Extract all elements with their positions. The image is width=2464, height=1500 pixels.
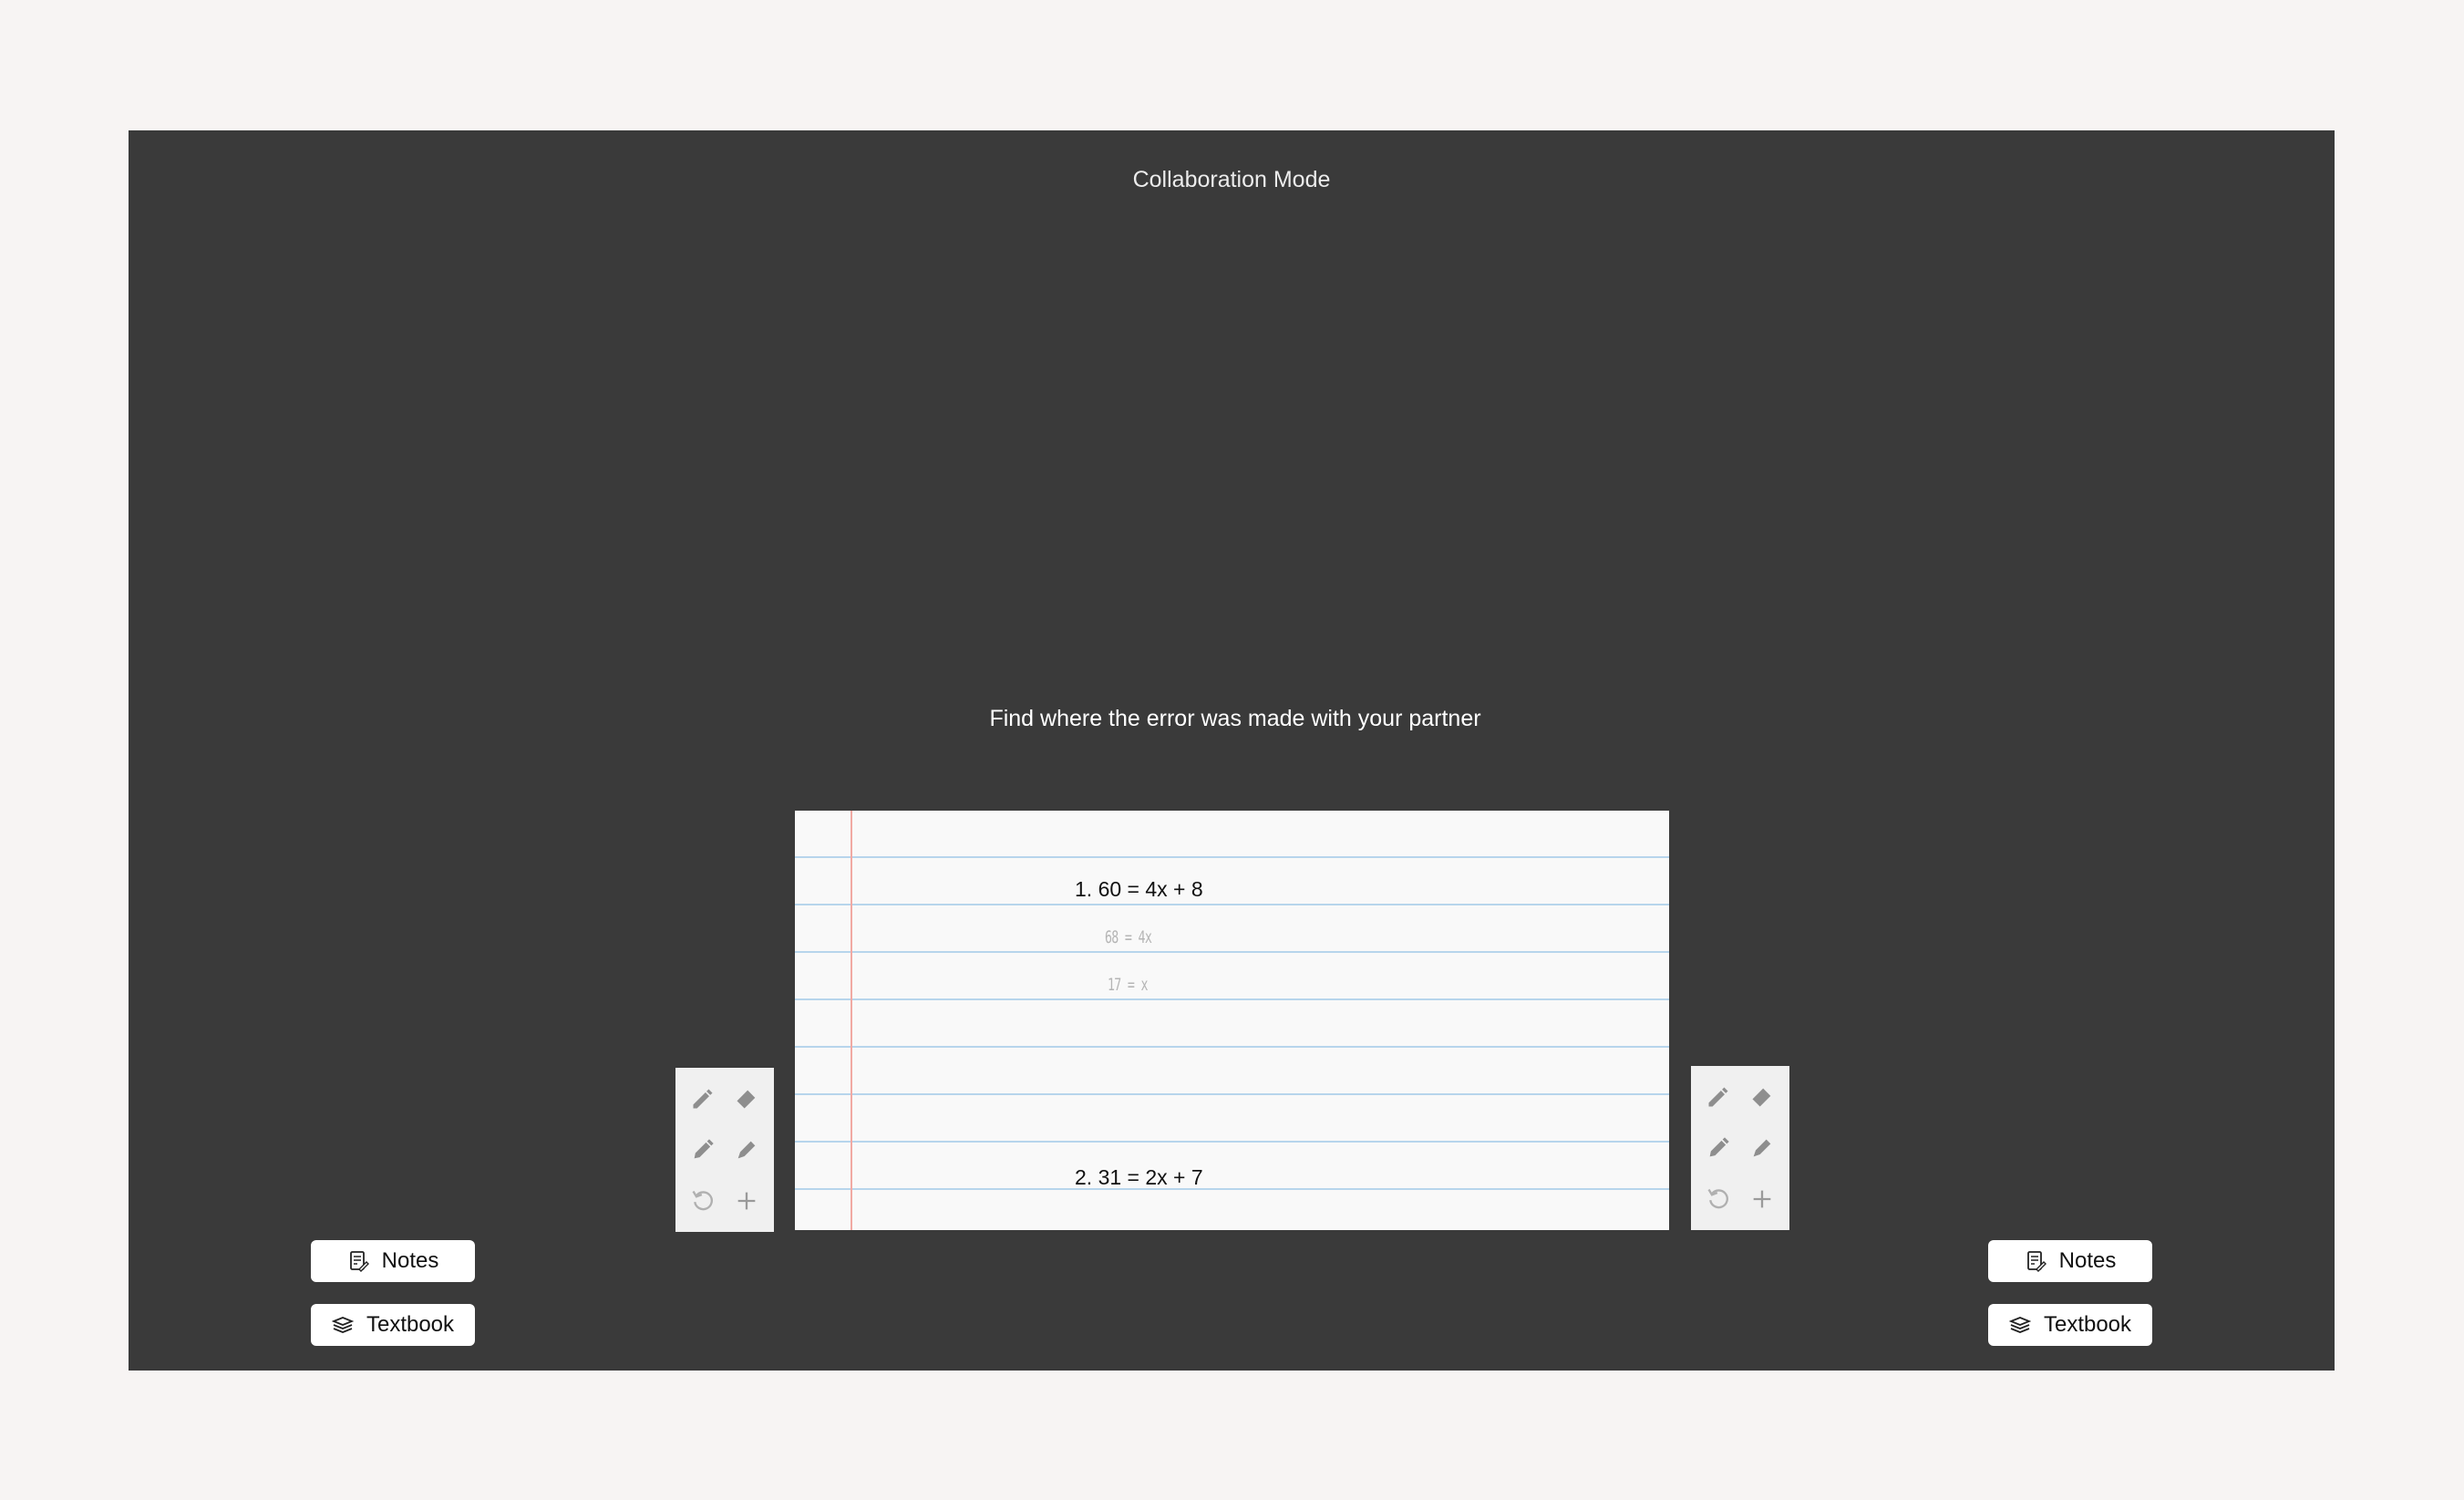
undo-icon [692, 1190, 713, 1211]
add-tool-button[interactable] [1740, 1174, 1784, 1225]
eraser-icon [1752, 1088, 1771, 1107]
eraser-tool-button[interactable] [1740, 1071, 1784, 1122]
right-drawing-toolbar [1691, 1066, 1789, 1230]
pen-tool-button[interactable] [1696, 1122, 1740, 1174]
textbook-icon [2008, 1317, 2031, 1333]
marker-tool-button[interactable] [725, 1124, 768, 1175]
pencil-tool-button[interactable] [1696, 1071, 1740, 1122]
eraser-tool-button[interactable] [725, 1073, 768, 1124]
pencil-tool-button[interactable] [681, 1073, 725, 1124]
notes-icon [2026, 1251, 2046, 1272]
handwritten-step-1: 68 = 4x [1105, 927, 1152, 947]
eraser-icon [737, 1090, 756, 1109]
plus-icon [1753, 1190, 1771, 1208]
plus-icon [737, 1192, 756, 1210]
pen-icon [1709, 1137, 1729, 1157]
collaboration-stage: Collaboration Mode Find where the error … [129, 130, 2335, 1371]
pencil-icon [1708, 1087, 1728, 1107]
marker-icon [737, 1141, 756, 1159]
textbook-button-right[interactable]: Textbook [1988, 1304, 2152, 1346]
pen-icon [694, 1139, 714, 1159]
pencil-icon [693, 1089, 713, 1109]
undo-icon [1707, 1188, 1728, 1209]
marker-icon [1753, 1139, 1771, 1157]
notes-label: Notes [381, 1248, 439, 1273]
problem-2: 2. 31 = 2x + 7 [1075, 1165, 1203, 1189]
textbook-icon [331, 1317, 354, 1333]
problem-1: 1. 60 = 4x + 8 [1075, 877, 1203, 901]
textbook-label: Textbook [366, 1312, 455, 1337]
task-prompt: Find where the error was made with your … [989, 706, 1481, 731]
notes-button-right[interactable]: Notes [1988, 1240, 2152, 1282]
notes-icon [349, 1251, 369, 1272]
undo-tool-button[interactable] [681, 1175, 725, 1226]
notes-button-left[interactable]: Notes [311, 1240, 475, 1282]
notes-label: Notes [2058, 1248, 2117, 1273]
shared-worksheet[interactable]: 1. 60 = 4x + 8 68 = 4x 17 = x 2. 31 = 2x… [795, 811, 1669, 1230]
add-tool-button[interactable] [725, 1175, 768, 1226]
textbook-label: Textbook [2043, 1312, 2132, 1337]
left-drawing-toolbar [675, 1068, 774, 1232]
handwritten-step-2: 17 = x [1108, 975, 1149, 995]
mode-title: Collaboration Mode [1132, 167, 1331, 192]
textbook-button-left[interactable]: Textbook [311, 1304, 475, 1346]
pen-tool-button[interactable] [681, 1124, 725, 1175]
undo-tool-button[interactable] [1696, 1174, 1740, 1225]
marker-tool-button[interactable] [1740, 1122, 1784, 1174]
